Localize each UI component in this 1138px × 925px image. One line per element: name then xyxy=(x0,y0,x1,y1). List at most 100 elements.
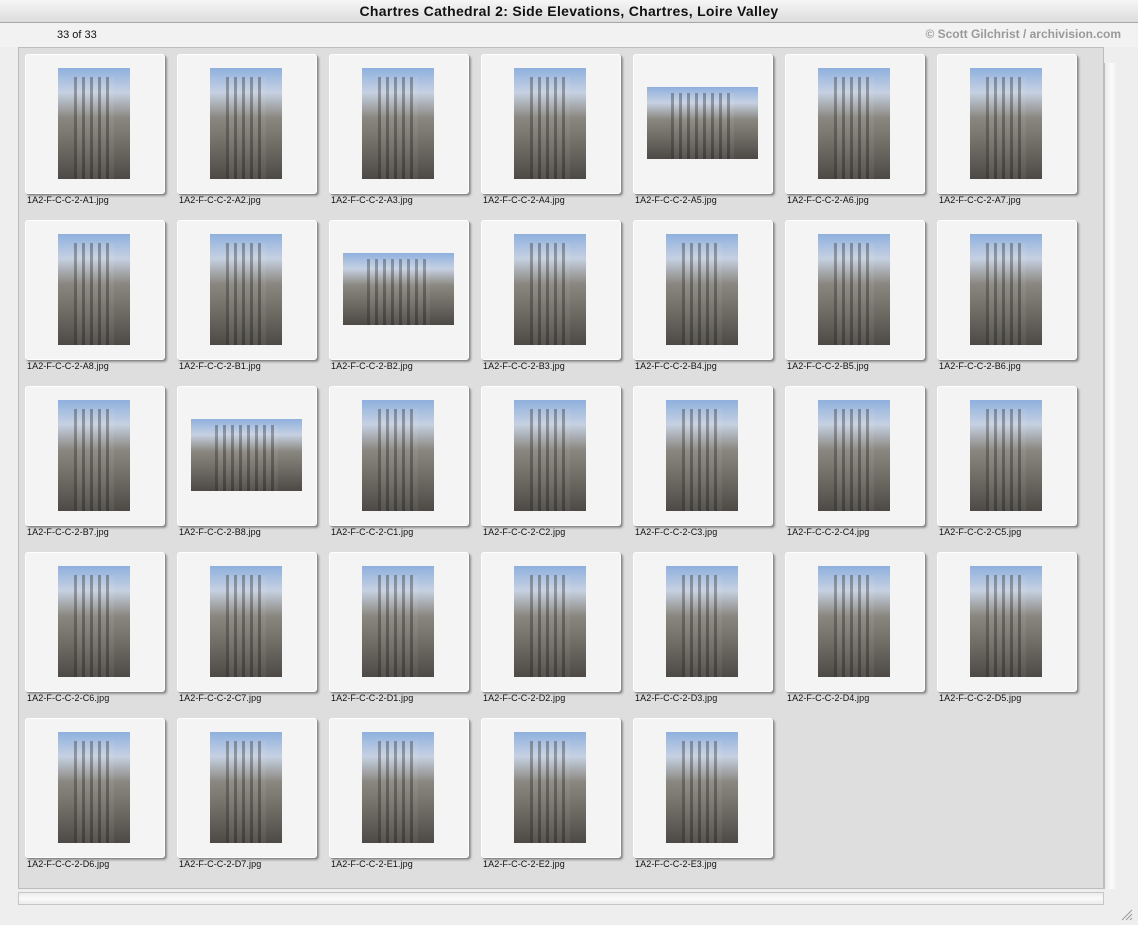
thumbnail-image[interactable] xyxy=(58,400,130,511)
thumbnail-image[interactable] xyxy=(666,400,738,511)
thumbnail-item[interactable]: 1A2-F-C-C-2-B6.jpg xyxy=(931,213,1083,373)
thumbnail-image[interactable] xyxy=(362,68,434,179)
thumbnail-item[interactable]: 1A2-F-C-C-2-B1.jpg xyxy=(171,213,323,373)
slide-mount[interactable] xyxy=(177,386,317,526)
slide-mount[interactable] xyxy=(633,552,773,692)
thumbnail-image[interactable] xyxy=(58,234,130,345)
thumbnail-image[interactable] xyxy=(970,234,1042,345)
slide-mount[interactable] xyxy=(633,54,773,194)
thumbnail-image[interactable] xyxy=(514,400,586,511)
thumbnail-item[interactable]: 1A2-F-C-C-2-C4.jpg xyxy=(779,379,931,539)
slide-mount[interactable] xyxy=(633,220,773,360)
slide-mount[interactable] xyxy=(785,54,925,194)
thumbnail-item[interactable]: 1A2-F-C-C-2-A4.jpg xyxy=(475,47,627,207)
thumbnail-image[interactable] xyxy=(343,253,454,325)
thumbnail-item[interactable]: 1A2-F-C-C-2-C6.jpg xyxy=(19,545,171,705)
thumbnail-image[interactable] xyxy=(647,87,758,159)
thumbnail-item[interactable]: 1A2-F-C-C-2-A7.jpg xyxy=(931,47,1083,207)
thumbnail-item[interactable]: 1A2-F-C-C-2-A8.jpg xyxy=(19,213,171,373)
slide-mount[interactable] xyxy=(25,552,165,692)
thumbnail-image[interactable] xyxy=(514,234,586,345)
slide-mount[interactable] xyxy=(481,552,621,692)
slide-mount[interactable] xyxy=(481,220,621,360)
thumbnail-item[interactable]: 1A2-F-C-C-2-D7.jpg xyxy=(171,711,323,871)
slide-mount[interactable] xyxy=(785,552,925,692)
thumbnail-image[interactable] xyxy=(666,732,738,843)
thumbnail-image[interactable] xyxy=(970,566,1042,677)
thumbnail-item[interactable]: 1A2-F-C-C-2-D4.jpg xyxy=(779,545,931,705)
thumbnail-image[interactable] xyxy=(514,732,586,843)
thumbnail-item[interactable]: 1A2-F-C-C-2-B2.jpg xyxy=(323,213,475,373)
thumbnail-item[interactable]: 1A2-F-C-C-2-E2.jpg xyxy=(475,711,627,871)
thumbnail-image[interactable] xyxy=(362,566,434,677)
slide-mount[interactable] xyxy=(25,54,165,194)
slide-mount[interactable] xyxy=(25,718,165,858)
thumbnail-item[interactable]: 1A2-F-C-C-2-D1.jpg xyxy=(323,545,475,705)
thumbnail-image[interactable] xyxy=(666,566,738,677)
thumbnail-item[interactable]: 1A2-F-C-C-2-C3.jpg xyxy=(627,379,779,539)
slide-mount[interactable] xyxy=(633,386,773,526)
thumbnail-item[interactable]: 1A2-F-C-C-2-E3.jpg xyxy=(627,711,779,871)
thumbnail-item[interactable]: 1A2-F-C-C-2-A6.jpg xyxy=(779,47,931,207)
thumbnail-image[interactable] xyxy=(818,68,890,179)
thumbnail-item[interactable]: 1A2-F-C-C-2-D5.jpg xyxy=(931,545,1083,705)
slide-mount[interactable] xyxy=(329,718,469,858)
slide-mount[interactable] xyxy=(785,386,925,526)
vertical-scrollbar[interactable] xyxy=(1104,63,1118,889)
slide-mount[interactable] xyxy=(937,220,1077,360)
slide-mount[interactable] xyxy=(25,220,165,360)
thumbnail-item[interactable]: 1A2-F-C-C-2-B5.jpg xyxy=(779,213,931,373)
thumbnail-item[interactable]: 1A2-F-C-C-2-B8.jpg xyxy=(171,379,323,539)
slide-mount[interactable] xyxy=(785,220,925,360)
thumbnail-image[interactable] xyxy=(210,234,282,345)
thumbnail-image[interactable] xyxy=(191,419,302,491)
thumbnail-image[interactable] xyxy=(210,566,282,677)
slide-mount[interactable] xyxy=(177,54,317,194)
slide-mount[interactable] xyxy=(177,718,317,858)
thumbnail-item[interactable]: 1A2-F-C-C-2-C5.jpg xyxy=(931,379,1083,539)
slide-mount[interactable] xyxy=(329,552,469,692)
thumbnail-image[interactable] xyxy=(818,234,890,345)
thumbnail-image[interactable] xyxy=(58,68,130,179)
thumbnail-image[interactable] xyxy=(970,400,1042,511)
thumbnail-item[interactable]: 1A2-F-C-C-2-E1.jpg xyxy=(323,711,475,871)
thumbnail-image[interactable] xyxy=(818,400,890,511)
thumbnail-item[interactable]: 1A2-F-C-C-2-D3.jpg xyxy=(627,545,779,705)
slide-mount[interactable] xyxy=(481,718,621,858)
slide-mount[interactable] xyxy=(481,54,621,194)
thumbnail-item[interactable]: 1A2-F-C-C-2-B4.jpg xyxy=(627,213,779,373)
slide-mount[interactable] xyxy=(937,54,1077,194)
thumbnail-image[interactable] xyxy=(210,732,282,843)
thumbnail-item[interactable]: 1A2-F-C-C-2-C1.jpg xyxy=(323,379,475,539)
thumbnail-image[interactable] xyxy=(58,732,130,843)
thumbnail-item[interactable]: 1A2-F-C-C-2-D2.jpg xyxy=(475,545,627,705)
thumbnail-image[interactable] xyxy=(362,400,434,511)
thumbnail-item[interactable]: 1A2-F-C-C-2-A2.jpg xyxy=(171,47,323,207)
slide-mount[interactable] xyxy=(329,54,469,194)
thumbnail-image[interactable] xyxy=(514,68,586,179)
slide-mount[interactable] xyxy=(329,220,469,360)
thumbnail-item[interactable]: 1A2-F-C-C-2-A5.jpg xyxy=(627,47,779,207)
slide-mount[interactable] xyxy=(177,552,317,692)
slide-mount[interactable] xyxy=(481,386,621,526)
slide-mount[interactable] xyxy=(177,220,317,360)
thumbnail-item[interactable]: 1A2-F-C-C-2-A1.jpg xyxy=(19,47,171,207)
thumbnail-image[interactable] xyxy=(210,68,282,179)
slide-mount[interactable] xyxy=(25,386,165,526)
thumbnail-image[interactable] xyxy=(58,566,130,677)
resize-grip-icon[interactable] xyxy=(1121,909,1133,921)
thumbnail-item[interactable]: 1A2-F-C-C-2-B3.jpg xyxy=(475,213,627,373)
thumbnail-item[interactable]: 1A2-F-C-C-2-C7.jpg xyxy=(171,545,323,705)
thumbnail-item[interactable]: 1A2-F-C-C-2-C2.jpg xyxy=(475,379,627,539)
thumbnail-image[interactable] xyxy=(666,234,738,345)
thumbnail-image[interactable] xyxy=(818,566,890,677)
thumbnail-item[interactable]: 1A2-F-C-C-2-B7.jpg xyxy=(19,379,171,539)
slide-mount[interactable] xyxy=(329,386,469,526)
slide-mount[interactable] xyxy=(937,386,1077,526)
thumbnail-image[interactable] xyxy=(970,68,1042,179)
horizontal-scrollbar[interactable] xyxy=(18,892,1104,905)
slide-mount[interactable] xyxy=(937,552,1077,692)
slide-mount[interactable] xyxy=(633,718,773,858)
thumbnail-item[interactable]: 1A2-F-C-C-2-A3.jpg xyxy=(323,47,475,207)
thumbnail-image[interactable] xyxy=(514,566,586,677)
